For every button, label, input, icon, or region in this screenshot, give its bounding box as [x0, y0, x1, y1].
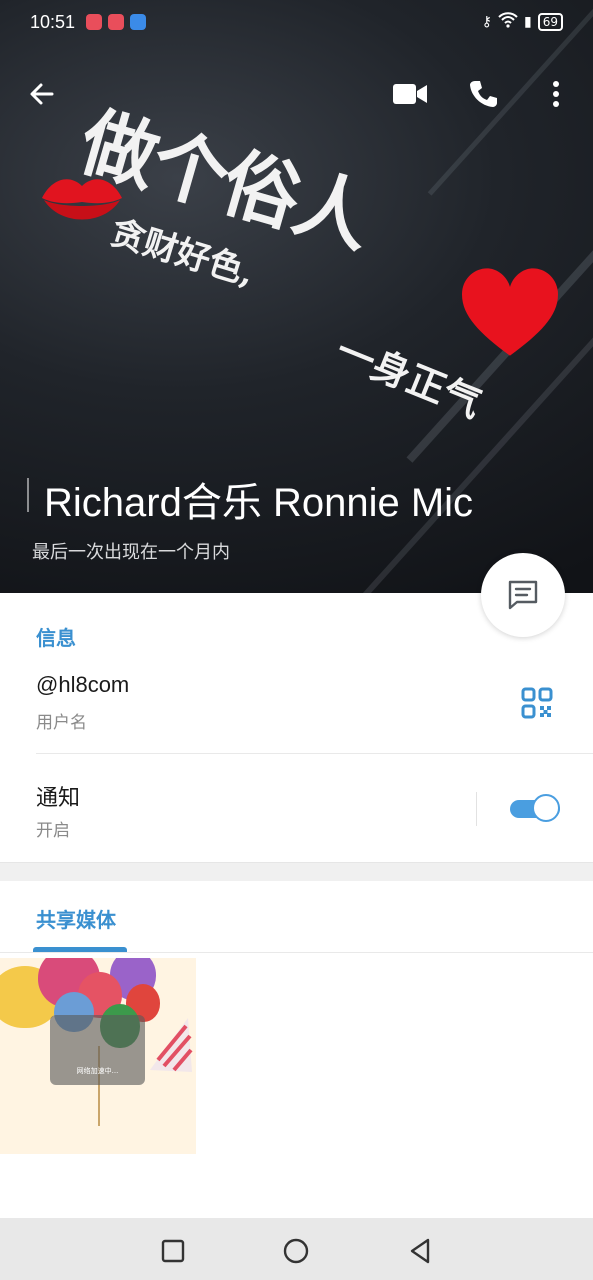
toggle-knob: [532, 794, 560, 822]
message-icon: [508, 580, 538, 610]
back-button[interactable]: [14, 66, 70, 122]
home-circle-icon[interactable]: [279, 1234, 313, 1268]
lips-icon: [42, 179, 122, 220]
qr-code-icon[interactable]: [520, 686, 554, 720]
username-label: 用户名: [36, 713, 87, 733]
more-vertical-icon: [553, 81, 559, 107]
wifi-icon: [498, 12, 518, 32]
profile-name: Richard合乐 Ronnie Mic: [44, 481, 474, 525]
section-gap: [0, 862, 593, 881]
video-call-icon: [393, 84, 427, 104]
key-icon: ⚷: [481, 14, 492, 30]
tab-shared-media[interactable]: 共享媒体: [36, 904, 116, 933]
send-message-button[interactable]: [481, 553, 565, 637]
notifications-toggle[interactable]: [508, 794, 562, 824]
alert-icon: ▮: [524, 14, 532, 30]
toggle-separator: [476, 792, 477, 826]
profile-header: 做个俗人 贪财好色, 一身正气 10:51 ⚷ ▮ 69 Richard合乐 R…: [0, 0, 593, 593]
party-hat-icon: [150, 1018, 193, 1072]
status-right: ⚷ ▮ 69: [482, 12, 563, 32]
name-divider: [27, 478, 29, 512]
recents-square-icon[interactable]: [156, 1234, 190, 1268]
thumbnail-loading-text: 网络加速中...: [76, 1067, 119, 1075]
notification-app-icon: [130, 14, 146, 30]
username-value[interactable]: @hl8com: [36, 672, 129, 698]
tab-divider: [0, 952, 593, 953]
info-section-title: 信息: [36, 626, 76, 650]
status-bar: 10:51 ⚷ ▮ 69: [0, 0, 593, 46]
arrow-left-icon: [30, 83, 54, 105]
heart-icon: [462, 268, 558, 356]
row-divider: [36, 753, 593, 754]
more-button[interactable]: [528, 66, 584, 122]
top-bar: [0, 66, 593, 122]
notifications-state: 开启: [36, 821, 70, 841]
last-seen-status: 最后一次出现在一个月内: [32, 542, 230, 563]
video-call-button[interactable]: [382, 66, 438, 122]
phone-icon: [470, 81, 497, 107]
battery-indicator: 69: [537, 13, 563, 31]
media-thumbnail[interactable]: 网络加速中...: [0, 958, 196, 1154]
notification-app-icon: [86, 14, 102, 30]
system-nav-bar: [0, 1218, 593, 1280]
status-time: 10:51: [30, 12, 76, 32]
back-triangle-icon[interactable]: [403, 1234, 437, 1268]
call-button[interactable]: [455, 66, 511, 122]
notifications-title[interactable]: 通知: [36, 780, 80, 812]
notification-app-icon: [108, 14, 124, 30]
